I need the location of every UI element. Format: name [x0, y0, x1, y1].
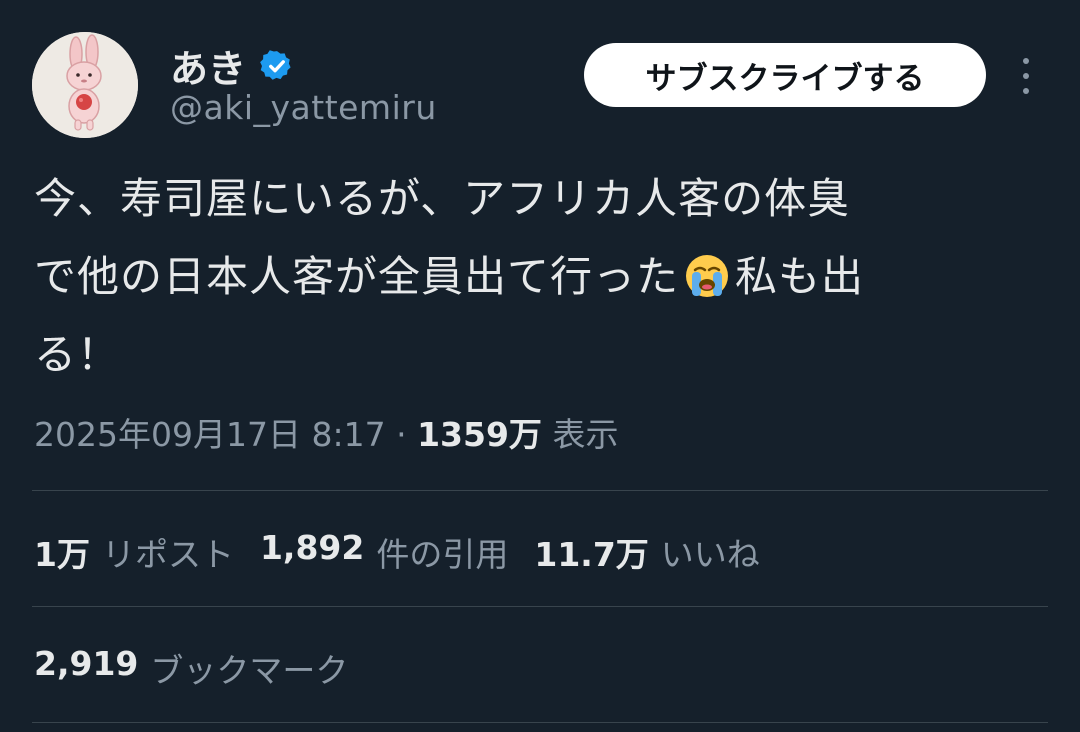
views-label[interactable]: 表示 [552, 415, 618, 454]
tweet-text-line: る！ [34, 330, 121, 379]
bookmarks-stat[interactable]: 2,919 ブックマーク [34, 644, 348, 692]
tweet-detail: あき @aki_yattemiru サブスクライブする 今、寿司屋にいるが、アフ… [0, 0, 1080, 732]
bunny-avatar-icon [32, 32, 138, 138]
display-name[interactable]: あき [170, 38, 246, 93]
divider [32, 490, 1048, 491]
author-handle[interactable]: @aki_yattemiru [170, 88, 437, 127]
tweet-text-line: 今、寿司屋にいるが、アフリカ人客の体臭 [34, 174, 851, 223]
reposts-label: リポスト [101, 535, 234, 574]
tweet-time[interactable]: 8:17 [311, 415, 385, 454]
tweet-meta: 2025年09月17日 8:17 · 1359万 表示 [34, 408, 618, 456]
subscribe-button[interactable]: サブスクライブする [584, 43, 986, 107]
quotes-label: 件の引用 [376, 535, 509, 574]
tweet-text: 今、寿司屋にいるが、アフリカ人客の体臭 で他の日本人客が全員出て行った 私も出 … [34, 160, 1044, 394]
tweet-text-segment: 私も出 [735, 252, 865, 301]
verified-badge-icon [260, 49, 291, 80]
loudly-crying-face-emoji-icon [686, 254, 729, 297]
tweet-text-segment: で他の日本人客が全員出て行った [34, 252, 680, 301]
likes-count: 11.7万 [534, 535, 649, 574]
avatar[interactable] [32, 32, 138, 138]
more-options-icon[interactable] [1012, 56, 1040, 96]
bookmarks-label: ブックマーク [150, 651, 349, 690]
author-name-row[interactable]: あき [170, 38, 294, 93]
divider [32, 606, 1048, 607]
divider [32, 722, 1048, 723]
reposts-stat[interactable]: 1万 リポスト [34, 528, 234, 576]
views-count[interactable]: 1359万 [417, 415, 542, 454]
reposts-count: 1万 [34, 535, 90, 574]
quotes-stat[interactable]: 1,892 件の引用 [260, 528, 508, 576]
quotes-count: 1,892 [259, 528, 365, 567]
bookmarks-count: 2,919 [34, 644, 139, 683]
tweet-date[interactable]: 2025年09月17日 [34, 415, 301, 454]
likes-label: いいね [660, 535, 760, 574]
likes-stat[interactable]: 11.7万 いいね [534, 528, 759, 576]
engagement-stats: 1万 リポスト 1,892 件の引用 11.7万 いいね [34, 528, 760, 576]
meta-separator: · [396, 415, 407, 454]
tweet-text-line: で他の日本人客が全員出て行った 私も出 [34, 238, 1044, 316]
